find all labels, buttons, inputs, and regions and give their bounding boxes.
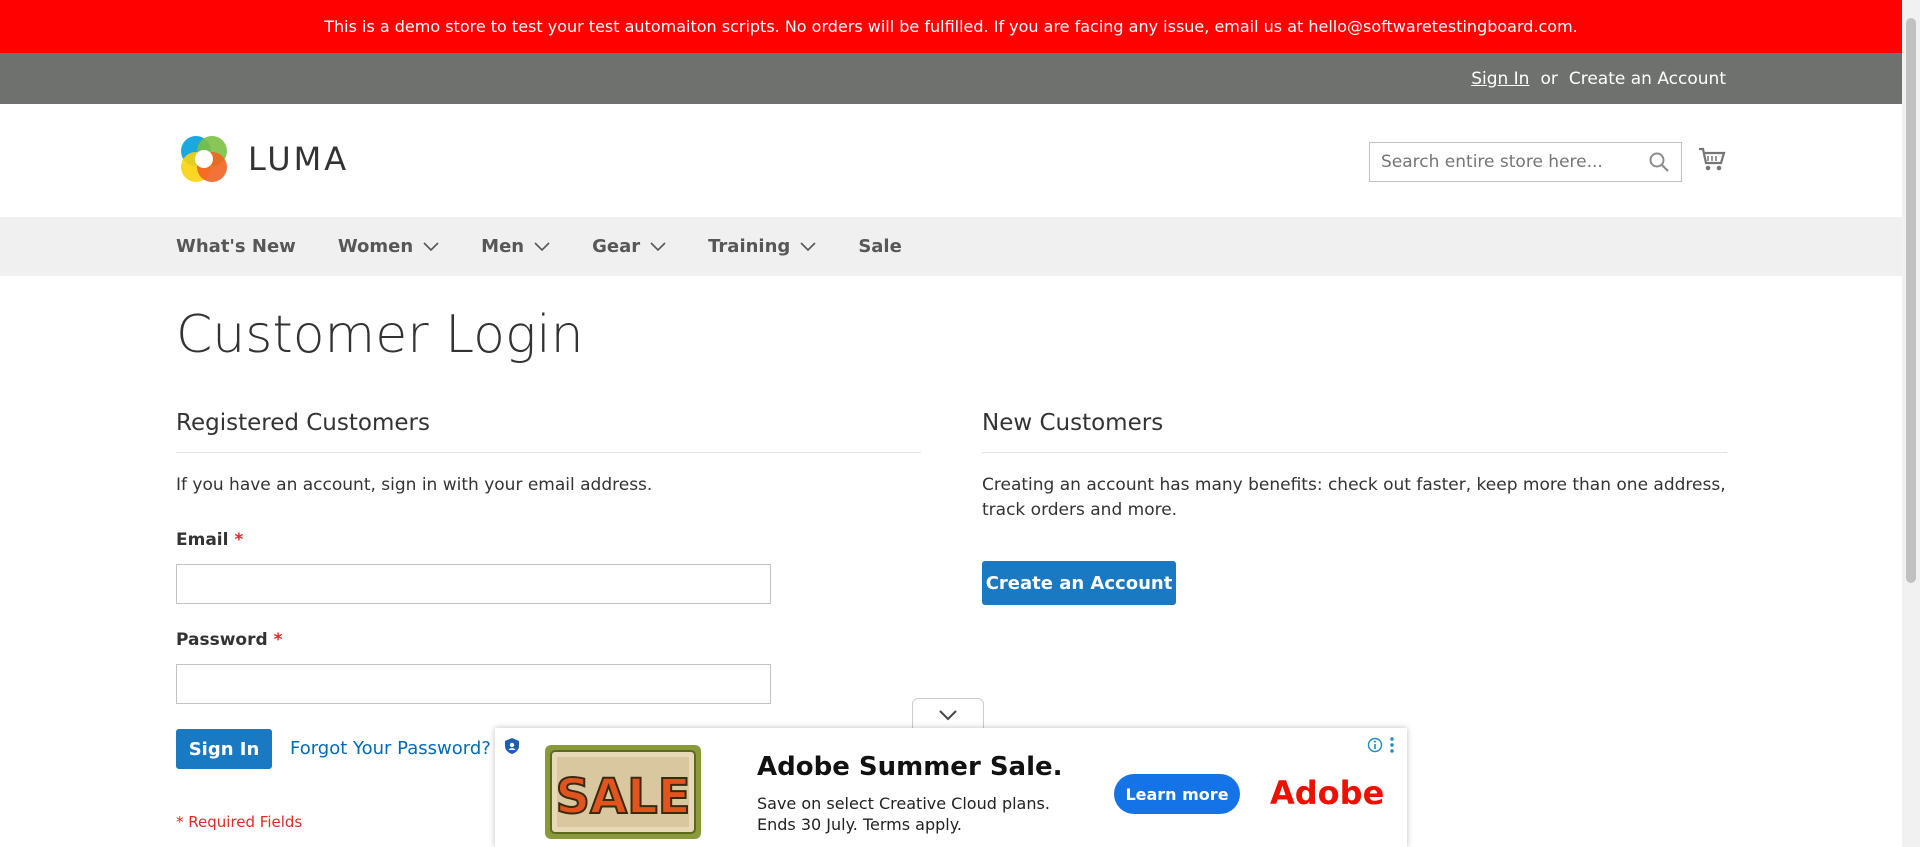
chevron-down-icon: [534, 241, 550, 251]
email-field[interactable]: [176, 564, 771, 604]
nav-item-label: Training: [708, 236, 791, 257]
main-navigation: What's New Women Men Gear Training Sale: [0, 217, 1902, 276]
required-asterisk: *: [234, 530, 244, 550]
registered-customers-heading: Registered Customers: [176, 410, 921, 453]
sign-in-button[interactable]: Sign In: [176, 729, 272, 769]
nav-item-whats-new[interactable]: What's New: [176, 236, 296, 257]
header-or-text: or: [1540, 68, 1558, 89]
demo-notice-banner: This is a demo store to test your test a…: [0, 0, 1902, 53]
luma-logo[interactable]: LUMA: [176, 131, 349, 187]
nav-item-label: Gear: [592, 236, 641, 257]
nav-item-label: Men: [481, 236, 525, 257]
password-field[interactable]: [176, 664, 771, 704]
chevron-down-icon: [423, 241, 439, 251]
nav-item-sale[interactable]: Sale: [858, 236, 902, 257]
ad-collapse-toggle[interactable]: [912, 698, 984, 732]
ad-more-options-icon[interactable]: [1389, 736, 1395, 754]
password-label-text: Password: [176, 630, 268, 650]
header-create-account-link[interactable]: Create an Account: [1569, 69, 1726, 89]
required-asterisk: *: [273, 630, 283, 650]
registered-customers-block: Registered Customers If you have an acco…: [176, 410, 921, 498]
search-icon[interactable]: [1648, 151, 1670, 173]
ad-sale-image: SALE: [545, 745, 701, 839]
page-scrollbar[interactable]: [1902, 0, 1920, 847]
nav-item-label: Women: [337, 236, 414, 257]
luma-logo-icon: [181, 136, 227, 182]
cart-icon[interactable]: [1697, 144, 1727, 174]
new-customers-text: Creating an account has many benefits: c…: [982, 475, 1726, 520]
adobe-logo: Adobe: [1270, 774, 1385, 812]
ad-sale-image-text: SALE: [555, 769, 690, 825]
nav-item-women[interactable]: Women: [338, 236, 439, 257]
nav-item-training[interactable]: Training: [708, 236, 816, 257]
site-header: LUMA: [0, 104, 1902, 217]
forgot-password-link[interactable]: Forgot Your Password?: [290, 738, 491, 759]
nav-item-men[interactable]: Men: [481, 236, 550, 257]
page-title: Customer Login: [176, 305, 584, 365]
chevron-down-icon: [800, 241, 816, 251]
email-label: Email *: [176, 530, 243, 550]
header-panel: Sign In or Create an Account: [0, 53, 1902, 104]
required-fields-note: * Required Fields: [176, 813, 303, 831]
create-account-button[interactable]: Create an Account: [982, 561, 1176, 605]
chevron-down-icon: [939, 710, 957, 721]
luma-logo-text: LUMA: [248, 140, 350, 178]
new-customers-block: New Customers Creating an account has ma…: [982, 410, 1727, 523]
scrollbar-thumb[interactable]: [1906, 18, 1916, 583]
nav-item-gear[interactable]: Gear: [592, 236, 666, 257]
ad-info-icon[interactable]: [1367, 737, 1383, 753]
chevron-down-icon: [650, 241, 666, 251]
email-label-text: Email: [176, 530, 229, 550]
nav-item-label: Sale: [858, 236, 902, 257]
ad-privacy-shield-icon[interactable]: [503, 737, 521, 755]
ad-body-text: Save on select Creative Cloud plans. End…: [757, 794, 1050, 834]
header-links: Sign In or Create an Account: [1471, 53, 1726, 104]
password-label: Password *: [176, 630, 283, 650]
ad-learn-more-button[interactable]: Learn more: [1114, 774, 1240, 814]
search-input[interactable]: [1369, 142, 1682, 182]
ad-headline: Adobe Summer Sale.: [757, 752, 1063, 782]
new-customers-heading: New Customers: [982, 410, 1727, 453]
ad-banner[interactable]: SALE Adobe Summer Sale. Save on select C…: [495, 728, 1407, 847]
registered-customers-intro: If you have an account, sign in with you…: [176, 475, 653, 495]
header-sign-in-link[interactable]: Sign In: [1471, 69, 1529, 89]
nav-item-label: What's New: [176, 236, 296, 257]
demo-notice-text: This is a demo store to test your test a…: [324, 17, 1578, 36]
